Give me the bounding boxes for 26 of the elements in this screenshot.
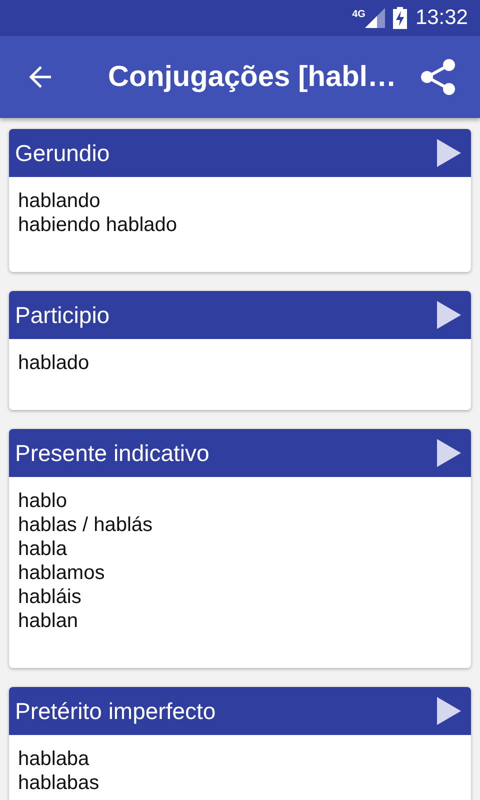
verb-form: hablan	[18, 609, 80, 633]
battery-charging-icon	[393, 7, 408, 29]
verb-form: habla	[18, 537, 68, 561]
verb-form: hablando	[18, 189, 102, 213]
verb-form: hablado	[18, 351, 90, 375]
tense-title: Presente indicativo	[15, 440, 210, 466]
screen-title: Conjugações [habl…	[108, 60, 398, 94]
verb-form: habiendo hablado	[18, 213, 178, 237]
back-arrow-icon[interactable]	[29, 65, 53, 89]
play-icon[interactable]	[437, 439, 461, 467]
tense-title: Pretérito imperfecto	[15, 698, 216, 724]
play-icon[interactable]	[437, 697, 461, 725]
tense-title: Gerundio	[15, 140, 110, 166]
play-icon[interactable]	[437, 301, 461, 329]
network-type: 4G	[352, 10, 366, 20]
signal-icon	[365, 8, 386, 28]
clock: 13:32	[415, 6, 468, 30]
tense-title: Participio	[15, 302, 110, 328]
verb-form: hablamos	[18, 561, 106, 585]
verb-form: hablas / hablás	[18, 513, 154, 537]
verb-form: hablo	[18, 489, 68, 513]
verb-form: habláis	[18, 585, 82, 609]
verb-form: hablaba	[18, 747, 90, 771]
verb-form: hablabas	[18, 771, 100, 795]
play-icon[interactable]	[437, 139, 461, 167]
share-icon[interactable]	[420, 58, 456, 96]
